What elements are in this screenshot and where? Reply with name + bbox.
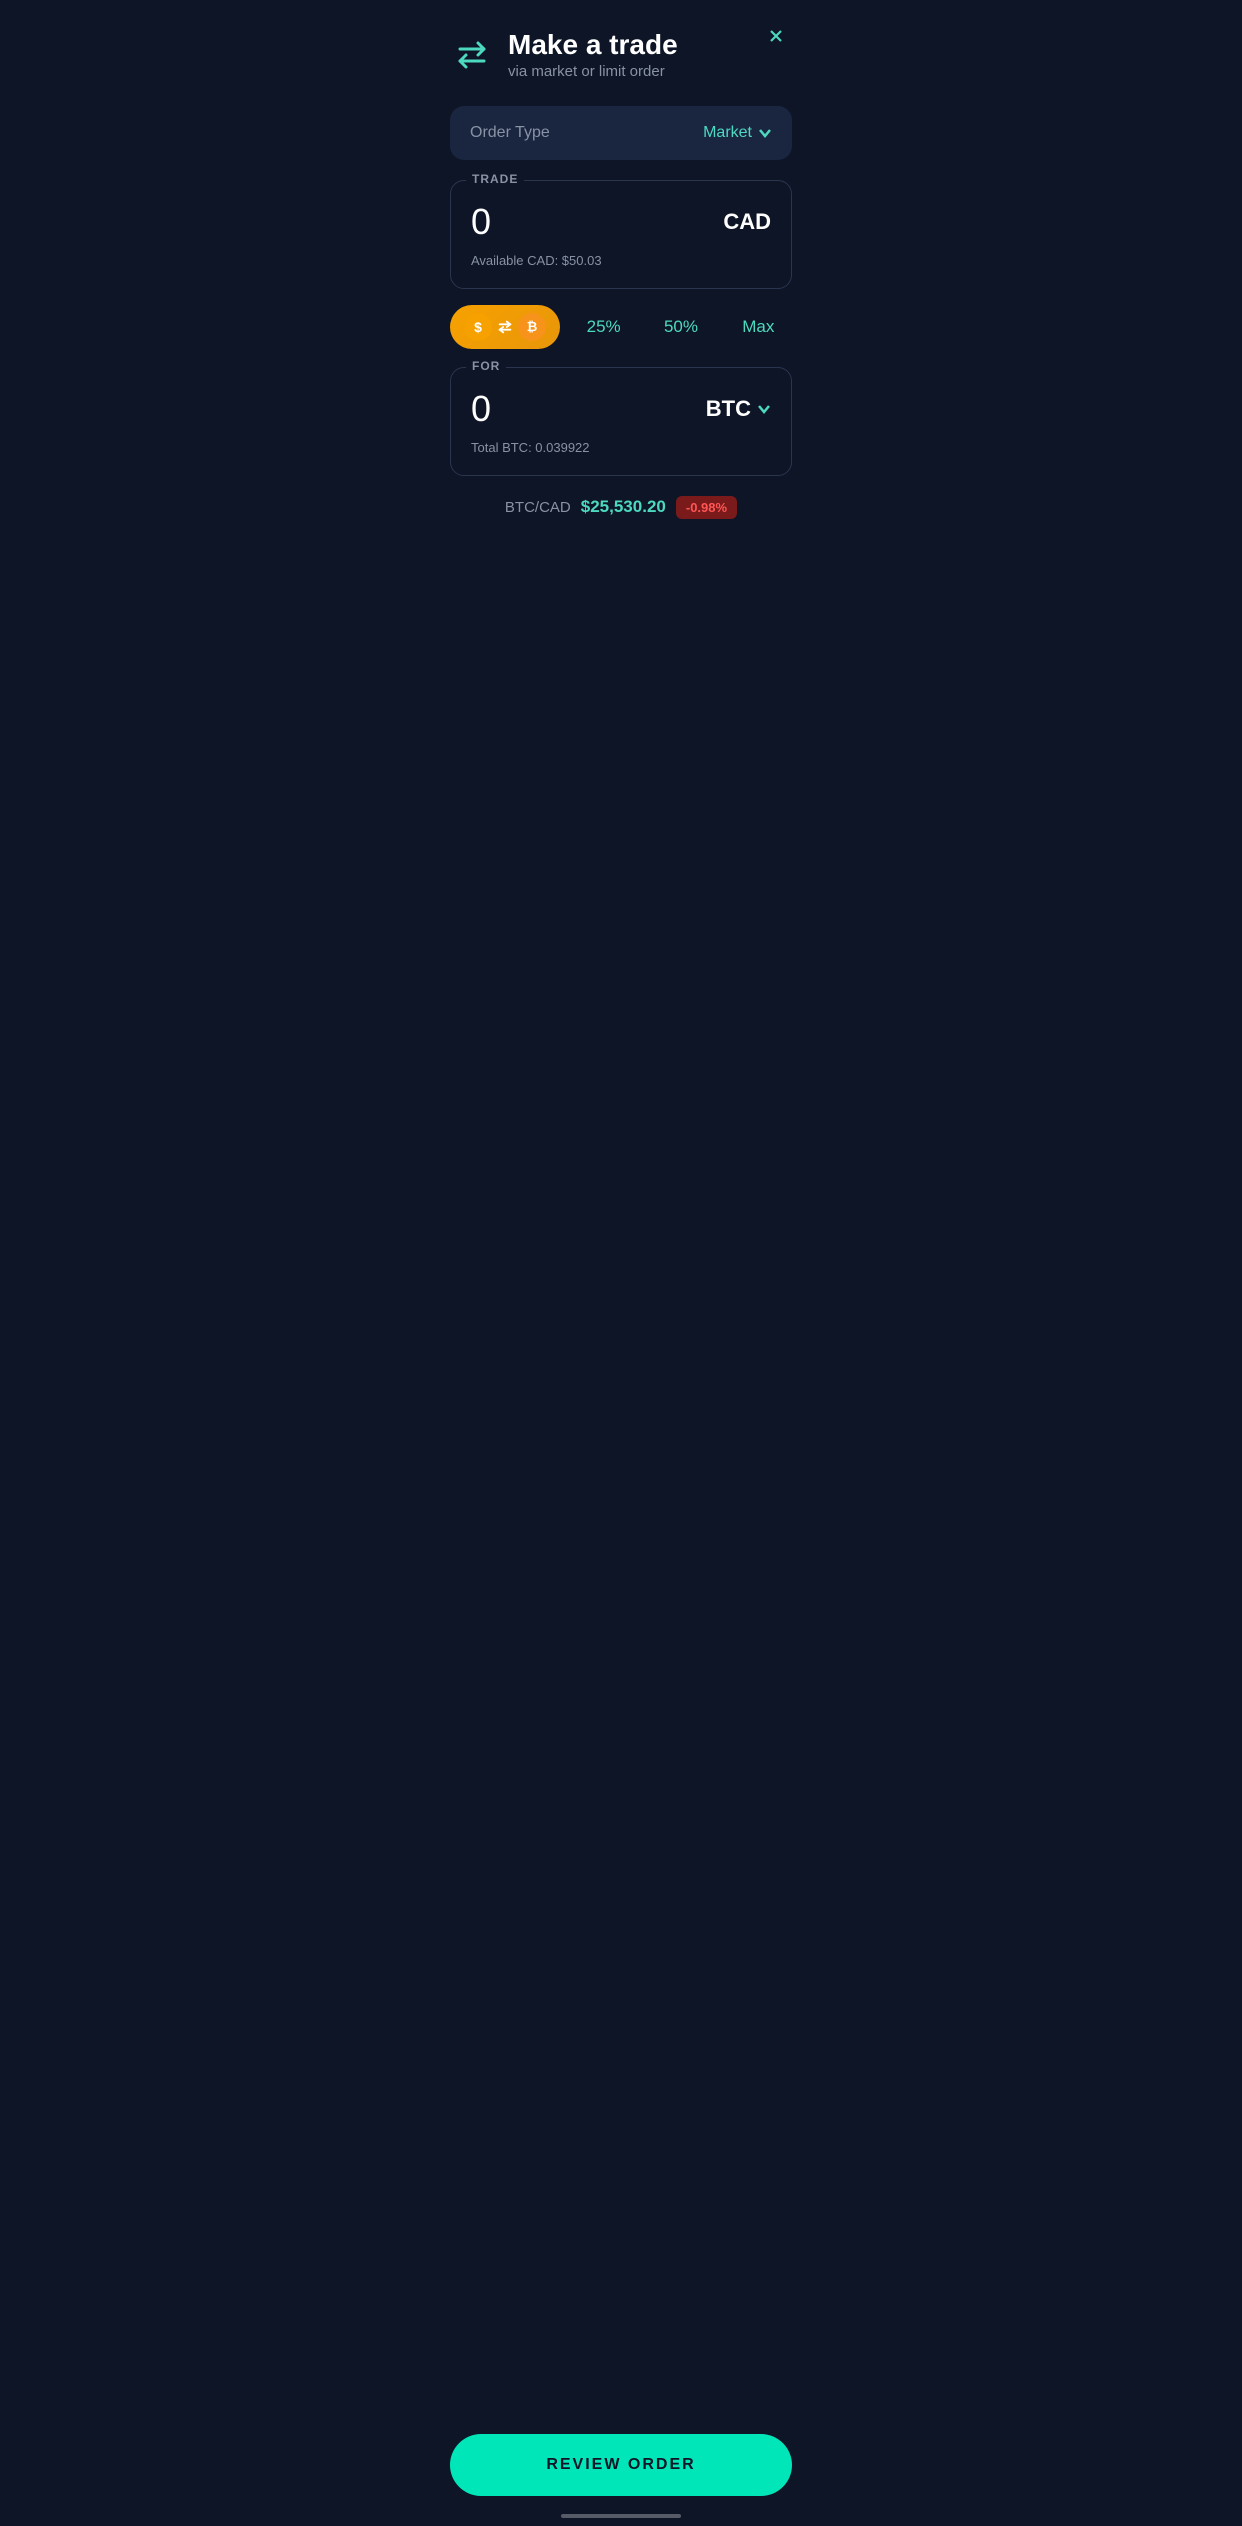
header: Make a trade via market or limit order: [426, 0, 816, 90]
close-button[interactable]: [760, 20, 792, 52]
trade-arrows-icon: [450, 33, 494, 77]
price-pair: BTC/CAD: [505, 499, 571, 516]
order-type-label: Order Type: [470, 124, 550, 142]
swap-button[interactable]: $ ₿: [450, 305, 560, 349]
order-type-selector[interactable]: Order Type Market: [450, 106, 792, 160]
page-subtitle: via market or limit order: [508, 63, 678, 80]
order-type-selected: Market: [703, 124, 752, 142]
trade-label: TRADE: [466, 172, 524, 186]
action-row: $ ₿ 25% 50% Max: [450, 305, 792, 349]
price-row: BTC/CAD $25,530.20 -0.98%: [450, 496, 792, 519]
swap-arrows-icon: [496, 318, 514, 336]
title-section: Make a trade via market or limit order: [450, 30, 792, 80]
trade-currency: CAD: [723, 209, 771, 235]
trade-amount[interactable]: 0: [471, 201, 491, 243]
for-currency: BTC: [706, 396, 751, 422]
price-value: $25,530.20: [581, 497, 666, 517]
pct-max-button[interactable]: Max: [725, 311, 792, 343]
chevron-down-icon: [758, 126, 772, 140]
trade-input-row: 0 CAD: [471, 201, 771, 243]
trade-card: 0 CAD Available CAD: $50.03: [450, 180, 792, 289]
main-content: Order Type Market TRADE 0 CAD Available …: [426, 90, 816, 535]
trade-available: Available CAD: $50.03: [471, 253, 771, 268]
price-change-badge: -0.98%: [676, 496, 737, 519]
for-label: FOR: [466, 359, 506, 373]
chevron-down-for-icon: [757, 402, 771, 416]
close-icon: [766, 26, 786, 46]
order-type-value[interactable]: Market: [703, 124, 772, 142]
trade-section: TRADE 0 CAD Available CAD: $50.03: [450, 180, 792, 289]
pct-25-button[interactable]: 25%: [570, 311, 637, 343]
for-amount[interactable]: 0: [471, 388, 491, 430]
dollar-coin-icon: $: [464, 313, 492, 341]
for-card: 0 BTC Total BTC: 0.039922: [450, 367, 792, 476]
for-currency-selector[interactable]: BTC: [706, 396, 771, 422]
page-title: Make a trade: [508, 30, 678, 61]
pct-50-button[interactable]: 50%: [647, 311, 714, 343]
btc-coin-icon: ₿: [518, 313, 546, 341]
for-input-row: 0 BTC: [471, 388, 771, 430]
title-text: Make a trade via market or limit order: [508, 30, 678, 80]
for-total: Total BTC: 0.039922: [471, 440, 771, 455]
for-section: FOR 0 BTC Total BTC: 0.039922: [450, 367, 792, 476]
